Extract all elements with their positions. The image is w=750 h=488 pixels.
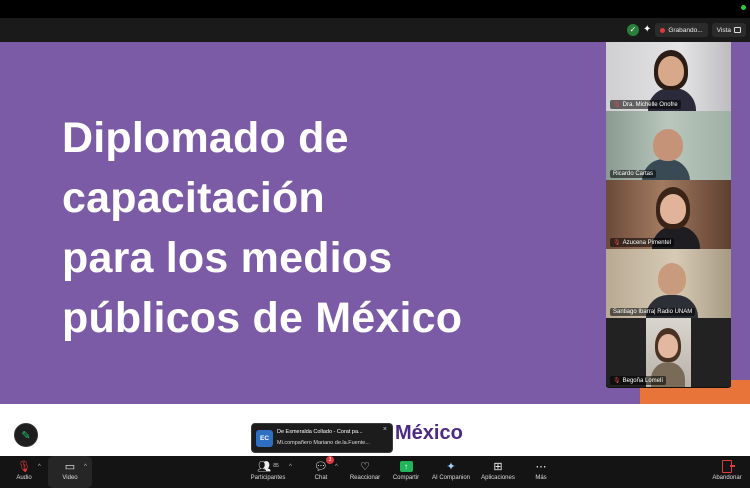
- chat-message-preview: Mi.compañero Mariano de.la.Fuente...: [277, 440, 370, 446]
- mic-off-icon: 🎙︎: [613, 378, 621, 384]
- system-top-bar: [0, 0, 750, 18]
- recording-dot-icon: [660, 27, 666, 33]
- leave-label: Abandonar: [712, 475, 742, 481]
- slide-logo-text: México: [395, 422, 463, 444]
- chat-sender: De Esmeralda Collado - Corat pa...: [277, 429, 363, 435]
- slide-title: Diplomado de capacitación para los medio…: [62, 108, 582, 348]
- participant-tile-active-speaker[interactable]: Ricardo Cartas: [606, 111, 731, 180]
- close-icon[interactable]: ×: [383, 426, 387, 433]
- share-screen-icon: ↑: [399, 458, 413, 474]
- participant-face: [658, 56, 684, 86]
- slide-title-line: capacitación: [62, 174, 325, 222]
- leave-door-icon: [722, 458, 735, 474]
- participant-face: [658, 263, 686, 295]
- participant-tile[interactable]: 🎙︎ Azucena Pimentel: [606, 180, 731, 249]
- view-label: Vista: [716, 26, 731, 34]
- participants-label: Participantes: [250, 475, 286, 481]
- video-options-caret[interactable]: ^: [84, 464, 87, 470]
- participant-name: Dra. Michelle Onofre: [622, 101, 678, 108]
- apps-icon: ⊞: [493, 460, 503, 473]
- mic-off-icon: 🎙︎: [613, 102, 621, 108]
- participants-icon: 👥︎ 85: [257, 460, 279, 473]
- participant-name: Azucena Pimentel: [622, 239, 671, 246]
- participant-name-tag: 🎙︎ Dra. Michelle Onofre: [610, 100, 681, 109]
- meeting-toolbar: 🎙︎ Audio ^ ▭ Video ^ 👥︎ 85 Participantes …: [0, 456, 750, 488]
- participant-tile[interactable]: 🎙︎ Dra. Michelle Onofre: [606, 42, 731, 111]
- slide-title-line: públicos de México: [62, 294, 463, 342]
- participant-face: [653, 129, 683, 161]
- leave-button[interactable]: Abandonar: [703, 458, 750, 481]
- chat-bubble-icon: 💬︎ 3: [314, 456, 334, 474]
- participant-face: [658, 334, 678, 358]
- participant-face: [660, 194, 686, 224]
- chat-options-caret[interactable]: ^: [335, 464, 338, 470]
- view-button[interactable]: Vista: [711, 23, 746, 37]
- ai-sparkle-icon[interactable]: ✦: [643, 24, 651, 36]
- camera-indicator-icon: [741, 5, 746, 10]
- grid-icon: [734, 27, 741, 33]
- audio-label: Audio: [16, 475, 32, 481]
- shield-icon[interactable]: ✓: [626, 24, 639, 36]
- apps-label: Aplicaciones: [481, 475, 515, 481]
- participants-count: 85: [273, 463, 279, 469]
- sender-avatar: EC: [256, 430, 273, 447]
- more-label: Más: [535, 475, 547, 481]
- ai-sparkle-icon: ✦: [446, 460, 456, 473]
- participant-gallery: 🎙︎ Dra. Michelle Onofre Ricardo Cartas 🎙…: [606, 42, 731, 388]
- mic-off-icon: 🎙︎: [613, 240, 621, 246]
- react-label: Reaccionar: [349, 475, 381, 481]
- pencil-icon: ✎: [21, 429, 31, 442]
- participant-name-tag: Ricardo Cartas: [610, 170, 657, 178]
- video-label: Video: [62, 475, 78, 481]
- share-label: Compartir: [392, 475, 420, 481]
- apps-button[interactable]: ⊞ Aplicaciones: [474, 458, 522, 482]
- more-icon: ⋯: [535, 460, 547, 473]
- recording-indicator[interactable]: Grabando...: [655, 23, 708, 37]
- participant-name: Ricardo Cartas: [613, 171, 654, 177]
- audio-options-caret[interactable]: ^: [38, 464, 41, 470]
- ai-companion-label: AI Companion: [431, 475, 471, 481]
- more-button[interactable]: ⋯ Más: [517, 458, 565, 482]
- heart-icon: ♡: [360, 460, 370, 473]
- ai-companion-button[interactable]: ✦ AI Companion: [427, 458, 475, 482]
- chat-label: Chat: [314, 475, 328, 481]
- recording-label: Grabando...: [668, 26, 703, 34]
- participant-name: Begoña Lomelí: [622, 377, 663, 384]
- participants-options-caret[interactable]: ^: [289, 464, 292, 470]
- header-controls: ✓ ✦ Grabando... Vista: [626, 22, 746, 38]
- chat-notification[interactable]: EC De Esmeralda Collado - Corat pa... Mi…: [251, 423, 393, 453]
- participant-name-tag: 🎙︎ Azucena Pimentel: [610, 238, 674, 247]
- microphone-muted-icon: 🎙︎: [17, 460, 31, 473]
- participant-name-tag: Santiago Ibarra| Radio UNAM: [610, 308, 696, 316]
- meeting-header: ✓ ✦ Grabando... Vista: [0, 18, 750, 42]
- share-button[interactable]: ↑ Compartir: [382, 458, 430, 481]
- participant-tile[interactable]: 🎙︎ Begoña Lomelí: [606, 318, 731, 387]
- camera-icon: ▭: [64, 460, 76, 473]
- annotate-pencil-button[interactable]: ✎: [14, 423, 38, 447]
- participants-button[interactable]: 👥︎ 85 Participantes: [244, 458, 292, 482]
- chat-unread-badge: 3: [325, 456, 334, 464]
- participant-tile[interactable]: Santiago Ibarra| Radio UNAM: [606, 249, 731, 318]
- slide-title-line: Diplomado de: [62, 114, 349, 162]
- slide-title-line: para los medios: [62, 234, 393, 282]
- participant-name: Santiago Ibarra| Radio UNAM: [613, 309, 693, 315]
- participant-name-tag: 🎙︎ Begoña Lomelí: [610, 376, 666, 385]
